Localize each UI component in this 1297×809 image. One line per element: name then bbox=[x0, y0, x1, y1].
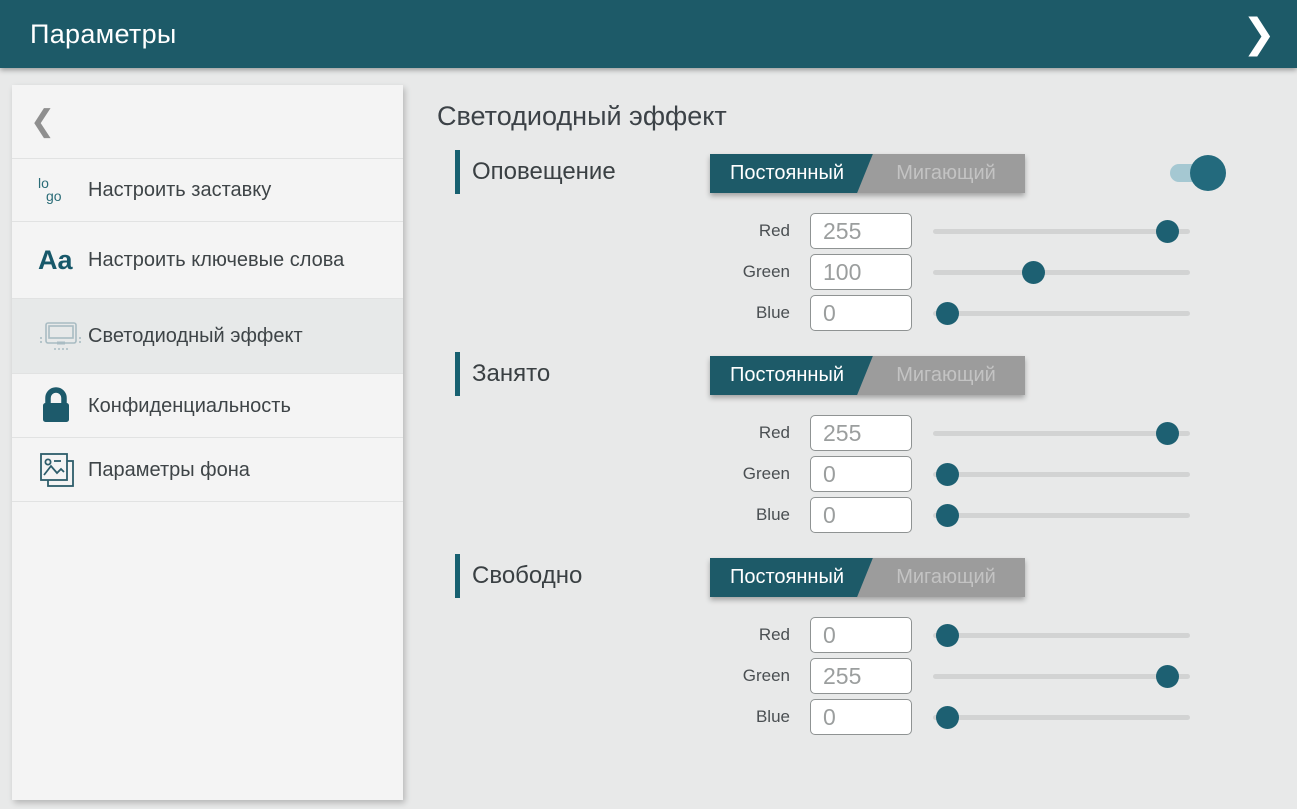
red-label: Red bbox=[670, 617, 790, 653]
slider-track bbox=[933, 431, 1190, 436]
red-slider[interactable] bbox=[933, 415, 1190, 451]
segment-blinking[interactable]: Мигающий bbox=[871, 558, 1021, 597]
rgb-row-green: Green bbox=[437, 254, 1297, 290]
blue-slider[interactable] bbox=[933, 699, 1190, 735]
slider-thumb[interactable] bbox=[936, 706, 959, 729]
blue-slider[interactable] bbox=[933, 295, 1190, 331]
slider-thumb[interactable] bbox=[1156, 665, 1179, 688]
slider-thumb[interactable] bbox=[936, 624, 959, 647]
slider-thumb[interactable] bbox=[936, 302, 959, 325]
toggle-thumb bbox=[1190, 155, 1226, 191]
rgb-rows: Red Green Blue bbox=[437, 617, 1297, 740]
rgb-row-red: Red bbox=[437, 617, 1297, 653]
slider-thumb[interactable] bbox=[936, 504, 959, 527]
section-title: Свободно bbox=[472, 554, 582, 598]
green-value-input[interactable] bbox=[810, 658, 912, 694]
section-title: Занято bbox=[472, 352, 550, 396]
section-accent-bar bbox=[455, 352, 460, 396]
slider-thumb[interactable] bbox=[1156, 422, 1179, 445]
section-alert: Оповещение Постоянный Мигающий Red Green bbox=[437, 150, 1297, 350]
blue-label: Blue bbox=[670, 497, 790, 533]
sidebar-item-background[interactable]: Параметры фона bbox=[12, 438, 403, 502]
sidebar-item-label: Настроить ключевые слова bbox=[88, 247, 344, 273]
slider-track bbox=[933, 674, 1190, 679]
red-label: Red bbox=[670, 415, 790, 451]
red-slider[interactable] bbox=[933, 213, 1190, 249]
segment-blinking[interactable]: Мигающий bbox=[871, 356, 1021, 395]
sidebar-item-label: Настроить заставку bbox=[88, 177, 271, 203]
slider-track bbox=[933, 513, 1190, 518]
blue-value-input[interactable] bbox=[810, 497, 912, 533]
blue-value-input[interactable] bbox=[810, 699, 912, 735]
rgb-row-red: Red bbox=[437, 415, 1297, 451]
blue-slider[interactable] bbox=[933, 497, 1190, 533]
green-label: Green bbox=[670, 254, 790, 290]
alert-enable-toggle[interactable] bbox=[1162, 150, 1272, 194]
sidebar-item-led-effect[interactable]: Светодиодный эффект bbox=[12, 299, 403, 374]
segment-constant[interactable]: Постоянный bbox=[712, 558, 862, 597]
slider-thumb[interactable] bbox=[1156, 220, 1179, 243]
segment-constant[interactable]: Постоянный bbox=[712, 154, 862, 193]
green-slider[interactable] bbox=[933, 658, 1190, 694]
mode-segmented-control: Постоянный Мигающий bbox=[710, 356, 1025, 395]
slider-thumb[interactable] bbox=[936, 463, 959, 486]
blue-label: Blue bbox=[670, 295, 790, 331]
section-free: Свободно Постоянный Мигающий Red Green B… bbox=[437, 554, 1297, 754]
rgb-row-blue: Blue bbox=[437, 699, 1297, 735]
red-slider[interactable] bbox=[933, 617, 1190, 653]
slider-track bbox=[933, 472, 1190, 477]
slider-track bbox=[933, 715, 1190, 720]
slider-thumb[interactable] bbox=[1022, 261, 1045, 284]
section-title: Оповещение bbox=[472, 150, 616, 194]
blue-value-input[interactable] bbox=[810, 295, 912, 331]
blue-label: Blue bbox=[670, 699, 790, 735]
sidebar-item-label: Конфиденциальность bbox=[88, 393, 291, 419]
segment-blinking[interactable]: Мигающий bbox=[871, 154, 1021, 193]
green-label: Green bbox=[670, 456, 790, 492]
sidebar-item-label: Светодиодный эффект bbox=[88, 323, 303, 349]
sidebar-back-button[interactable]: ❮ bbox=[12, 85, 403, 159]
green-value-input[interactable] bbox=[810, 456, 912, 492]
rgb-rows: Red Green Blue bbox=[437, 415, 1297, 538]
sidebar-item-keywords[interactable]: Aa Настроить ключевые слова bbox=[12, 222, 403, 299]
led-screen-icon bbox=[38, 318, 88, 354]
slider-track bbox=[933, 270, 1190, 275]
mode-segmented-control: Постоянный Мигающий bbox=[710, 154, 1025, 193]
slider-track bbox=[933, 229, 1190, 234]
sidebar-item-label: Параметры фона bbox=[88, 457, 250, 483]
segment-constant[interactable]: Постоянный bbox=[712, 356, 862, 395]
rgb-row-blue: Blue bbox=[437, 497, 1297, 533]
app-bar: Параметры ❯ bbox=[0, 0, 1297, 68]
sidebar-item-screensaver[interactable]: lo go Настроить заставку bbox=[12, 159, 403, 222]
green-slider[interactable] bbox=[933, 456, 1190, 492]
green-label: Green bbox=[670, 658, 790, 694]
rgb-row-green: Green bbox=[437, 456, 1297, 492]
section-accent-bar bbox=[455, 554, 460, 598]
slider-track bbox=[933, 633, 1190, 638]
red-value-input[interactable] bbox=[810, 213, 912, 249]
page-title: Светодиодный эффект bbox=[437, 101, 727, 132]
collapse-panel-icon[interactable]: ❯ bbox=[1237, 0, 1281, 68]
section-busy: Занято Постоянный Мигающий Red Green Blu… bbox=[437, 352, 1297, 552]
red-value-input[interactable] bbox=[810, 415, 912, 451]
sidebar: ❮ lo go Настроить заставку Aa Настроить … bbox=[12, 85, 403, 800]
rgb-rows: Red Green Blue bbox=[437, 213, 1297, 336]
green-value-input[interactable] bbox=[810, 254, 912, 290]
red-label: Red bbox=[670, 213, 790, 249]
app-title: Параметры bbox=[30, 0, 177, 68]
lock-icon bbox=[38, 386, 88, 426]
logo-icon: lo go bbox=[38, 177, 88, 203]
text-aa-icon: Aa bbox=[38, 247, 88, 274]
slider-track bbox=[933, 311, 1190, 316]
green-slider[interactable] bbox=[933, 254, 1190, 290]
rgb-row-green: Green bbox=[437, 658, 1297, 694]
images-icon bbox=[38, 450, 88, 490]
red-value-input[interactable] bbox=[810, 617, 912, 653]
mode-segmented-control: Постоянный Мигающий bbox=[710, 558, 1025, 597]
back-chevron-icon: ❮ bbox=[30, 104, 55, 139]
sidebar-item-privacy[interactable]: Конфиденциальность bbox=[12, 374, 403, 438]
section-accent-bar bbox=[455, 150, 460, 194]
rgb-row-blue: Blue bbox=[437, 295, 1297, 331]
rgb-row-red: Red bbox=[437, 213, 1297, 249]
